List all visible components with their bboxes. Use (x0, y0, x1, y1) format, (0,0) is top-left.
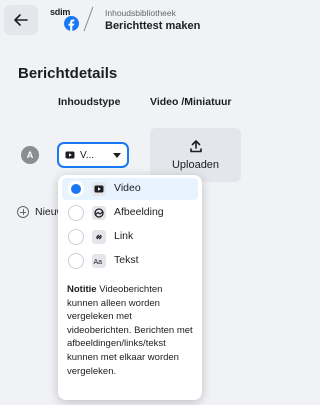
option-label: Link (114, 230, 134, 242)
content-type-select[interactable]: V... (58, 143, 128, 167)
video-icon (65, 151, 75, 159)
note-body: Videoberichten kunnen alleen worden verg… (67, 284, 193, 377)
link-icon (92, 230, 106, 244)
option-video[interactable]: Video (62, 178, 198, 200)
option-label: Afbeelding (114, 206, 164, 218)
arrow-left-icon (14, 14, 28, 26)
section-title: Berichtdetails (18, 65, 118, 82)
brand-logo: sdim (50, 7, 80, 33)
chevron-down-icon (113, 153, 121, 158)
dropdown-note: Notitie Videoberichten kunnen alleen wor… (67, 283, 195, 378)
column-header-type: Inhoudstype (58, 96, 121, 108)
facebook-icon (64, 16, 79, 31)
variant-badge: A (21, 146, 39, 164)
select-value: V... (80, 149, 95, 161)
note-title: Notitie (67, 284, 97, 295)
image-icon (92, 206, 106, 220)
plus-circle-icon (17, 206, 29, 218)
option-label: Video (114, 182, 141, 194)
option-label: Tekst (114, 254, 139, 266)
breadcrumb-parent[interactable]: Inhoudsbibliotheek (105, 8, 176, 18)
svg-text:Aa: Aa (94, 259, 103, 266)
radio-unselected[interactable] (68, 253, 84, 269)
option-image[interactable]: Afbeelding (62, 202, 198, 224)
back-button[interactable] (4, 5, 38, 35)
upload-button[interactable]: Uploaden (150, 128, 241, 182)
video-icon (92, 182, 106, 196)
upload-icon (189, 139, 202, 152)
text-icon: Aa (92, 254, 106, 268)
page-title: Berichttest maken (105, 20, 201, 32)
upload-label: Uploaden (171, 158, 220, 171)
radio-unselected[interactable] (68, 205, 84, 221)
option-link[interactable]: Link (62, 226, 198, 248)
option-text[interactable]: Aa Tekst (62, 250, 198, 272)
radio-unselected[interactable] (68, 229, 84, 245)
breadcrumb-separator (83, 6, 94, 32)
radio-selected[interactable] (68, 181, 84, 197)
top-bar: sdim Inhoudsbibliotheek Berichttest make… (0, 0, 249, 42)
column-header-media: Video /Miniatuur (150, 96, 232, 108)
content-type-dropdown: Video Afbeelding Link Aa Tekst Notitie V… (58, 175, 202, 400)
